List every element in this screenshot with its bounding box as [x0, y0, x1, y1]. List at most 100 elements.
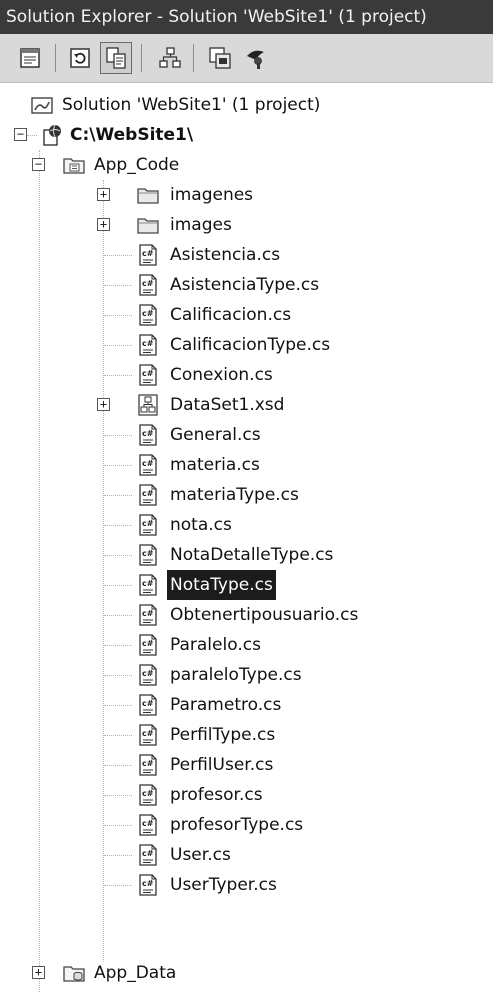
- tree-connector: [104, 735, 132, 736]
- item-label: Asistencia.cs: [170, 245, 281, 265]
- svg-text:c#: c#: [142, 489, 154, 498]
- cs-file-icon: c#: [139, 874, 157, 896]
- refresh-button[interactable]: [64, 42, 96, 74]
- expand-toggle[interactable]: +: [32, 966, 45, 979]
- tree-node-file-calificaciontype-cs[interactable]: c# CalificacionType.cs: [0, 330, 493, 360]
- item-label: User.cs: [170, 845, 231, 865]
- tree-node-folder-images[interactable]: + images: [0, 210, 493, 240]
- cs-file-icon: c#: [139, 484, 157, 506]
- tree-node-file-asistencia-cs[interactable]: c# Asistencia.cs: [0, 240, 493, 270]
- svg-text:c#: c#: [142, 309, 154, 318]
- tree-node-app-code[interactable]: − App_Code: [0, 150, 493, 180]
- tree-connector: [104, 855, 132, 856]
- tree-connector: [104, 705, 132, 706]
- app-data-label: App_Data: [94, 963, 177, 983]
- cs-file-icon: c#: [139, 694, 157, 716]
- tree-node-solution[interactable]: Solution 'WebSite1' (1 project): [0, 90, 493, 120]
- copy-website-button[interactable]: [154, 42, 186, 74]
- tree-node-file-obtenertipousuario-cs[interactable]: c# Obtenertipousuario.cs: [0, 600, 493, 630]
- tree-connector: [104, 765, 132, 766]
- item-label: PerfilUser.cs: [170, 755, 274, 775]
- cs-file-icon: c#: [139, 544, 157, 566]
- cs-file-icon: c#: [139, 664, 157, 686]
- tree-node-file-perfiltype-cs[interactable]: c# PerfilType.cs: [0, 720, 493, 750]
- view-code-button[interactable]: [204, 42, 236, 74]
- expand-toggle[interactable]: +: [97, 218, 110, 231]
- app-code-label: App_Code: [94, 155, 180, 175]
- tree-node-file-notatype-cs[interactable]: c# NotaType.cs: [0, 570, 493, 600]
- properties-button[interactable]: [14, 42, 46, 74]
- svg-text:c#: c#: [142, 819, 154, 828]
- item-label: nota.cs: [170, 515, 232, 535]
- nest-related-files-button[interactable]: [100, 42, 132, 74]
- tree-node-folder-imagenes[interactable]: + imagenes: [0, 180, 493, 210]
- app-code-folder-icon: [63, 158, 85, 174]
- tree-node-file-parametro-cs[interactable]: c# Parametro.cs: [0, 690, 493, 720]
- tree-node-file-calificacion-cs[interactable]: c# Calificacion.cs: [0, 300, 493, 330]
- tree-connector: [104, 885, 132, 886]
- tree-node-file-conexion-cs[interactable]: c# Conexion.cs: [0, 360, 493, 390]
- dataset-icon: [138, 394, 158, 416]
- toolbar: [0, 34, 493, 83]
- svg-text:c#: c#: [142, 339, 154, 348]
- item-label: General.cs: [170, 425, 261, 445]
- cs-file-icon: c#: [139, 304, 157, 326]
- item-label: Paralelo.cs: [170, 635, 261, 655]
- nest-related-files-icon: [106, 47, 126, 69]
- tree-connector: [104, 555, 132, 556]
- svg-text:c#: c#: [142, 789, 154, 798]
- cs-file-icon: c#: [139, 604, 157, 626]
- tree-node-file-notadetalletype-cs[interactable]: c# NotaDetalleType.cs: [0, 540, 493, 570]
- cs-file-icon: c#: [139, 634, 157, 656]
- copy-website-icon: [159, 47, 181, 68]
- tree-connector: [104, 435, 132, 436]
- tree-connector: [104, 585, 132, 586]
- project-label: C:\WebSite1\: [70, 125, 194, 145]
- svg-text:c#: c#: [142, 549, 154, 558]
- solution-label: Solution 'WebSite1' (1 project): [62, 95, 321, 115]
- tree-connector: [104, 645, 132, 646]
- cs-file-icon: c#: [139, 844, 157, 866]
- svg-text:c#: c#: [142, 279, 154, 288]
- expand-toggle[interactable]: +: [97, 188, 110, 201]
- tree-node-file-asistenciatype-cs[interactable]: c# AsistenciaType.cs: [0, 270, 493, 300]
- tree-node-file-materiatype-cs[interactable]: c# materiaType.cs: [0, 480, 493, 510]
- solution-icon: [31, 97, 53, 114]
- selected-item-label: NotaType.cs: [167, 570, 276, 600]
- folder-icon: [137, 218, 159, 234]
- item-label: profesorType.cs: [170, 815, 304, 835]
- tree-connector: [27, 135, 37, 136]
- svg-text:c#: c#: [142, 699, 154, 708]
- tree-node-file-nota-cs[interactable]: c# nota.cs: [0, 510, 493, 540]
- tree-node-file-dataset1-xsd[interactable]: + DataSet1.xsd: [0, 390, 493, 420]
- tree-node-file-paralelo-cs[interactable]: c# Paralelo.cs: [0, 630, 493, 660]
- collapse-toggle[interactable]: −: [14, 128, 27, 141]
- item-label: materiaType.cs: [170, 485, 299, 505]
- tree-node-file-general-cs[interactable]: c# General.cs: [0, 420, 493, 450]
- tree-node-file-materia-cs[interactable]: c# materia.cs: [0, 450, 493, 480]
- item-label: paraleloType.cs: [170, 665, 302, 685]
- tree-node-file-perfiluser-cs[interactable]: c# PerfilUser.cs: [0, 750, 493, 780]
- web-project-icon: [43, 124, 61, 146]
- item-label: profesor.cs: [170, 785, 263, 805]
- tree-node-file-usertyper-cs[interactable]: c# UserTyper.cs: [0, 870, 493, 900]
- asp-configuration-button[interactable]: [240, 42, 272, 74]
- tree-node-project[interactable]: − C:\WebSite1\: [0, 120, 493, 150]
- svg-text:c#: c#: [142, 429, 154, 438]
- tree-node-file-user-cs[interactable]: c# User.cs: [0, 840, 493, 870]
- tree-node-file-paralelotype-cs[interactable]: c# paraleloType.cs: [0, 660, 493, 690]
- tree-node-file-profesortype-cs[interactable]: c# profesorType.cs: [0, 810, 493, 840]
- tree-node-app-data[interactable]: + App_Data: [0, 958, 493, 988]
- item-label: materia.cs: [170, 455, 260, 475]
- svg-text:c#: c#: [142, 519, 154, 528]
- tree-connector: [104, 285, 132, 286]
- expand-toggle[interactable]: +: [97, 398, 110, 411]
- tree-node-file-profesor-cs[interactable]: c# profesor.cs: [0, 780, 493, 810]
- item-label: UserTyper.cs: [170, 875, 277, 895]
- svg-text:c#: c#: [142, 879, 154, 888]
- item-label: Calificacion.cs: [170, 305, 292, 325]
- item-label: AsistenciaType.cs: [170, 275, 320, 295]
- cs-file-icon: c#: [139, 424, 157, 446]
- collapse-toggle[interactable]: −: [32, 158, 45, 171]
- cs-file-icon: c#: [139, 364, 157, 386]
